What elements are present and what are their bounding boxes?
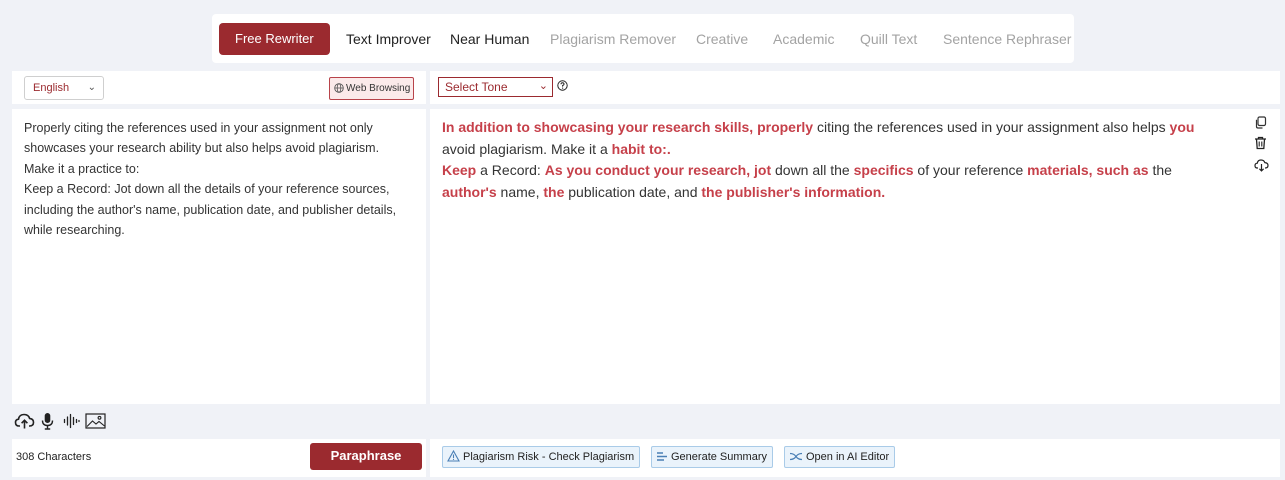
input-line: while researching.: [24, 223, 125, 238]
web-browsing-button[interactable]: Web Browsing: [329, 77, 414, 100]
warning-icon: [447, 449, 460, 462]
mode-tabs-bar: Free Rewriter Text Improver Near Human P…: [212, 14, 1074, 63]
microphone-icon[interactable]: [41, 412, 54, 435]
chevron-down-icon: ⌄: [87, 82, 96, 93]
unchanged-segment: name,: [496, 183, 544, 200]
tone-select[interactable]: Select Tone ⌄: [438, 77, 553, 97]
tab-sentence-rephraser[interactable]: Sentence Rephraser: [943, 23, 1071, 55]
check-plagiarism-label: Plagiarism Risk - Check Plagiarism: [463, 451, 635, 463]
input-line: Properly citing the references used in y…: [24, 121, 373, 135]
input-line: Make it a practice to:: [24, 161, 140, 176]
generate-summary-button[interactable]: Generate Summary: [651, 446, 773, 468]
tab-quill-text[interactable]: Quill Text: [860, 23, 917, 55]
unchanged-segment: publication date, and: [564, 183, 702, 200]
unchanged-segment: the: [1148, 162, 1172, 179]
input-toolbar: English ⌄ Web Browsing: [12, 71, 426, 104]
rewritten-segment: In addition to showcasing your research …: [442, 119, 814, 135]
globe-icon: [334, 83, 344, 93]
chevron-down-icon: ⌄: [538, 80, 548, 92]
image-icon[interactable]: [85, 412, 106, 435]
input-line: including the author's name, publication…: [24, 202, 397, 217]
rewritten-segment: the: [543, 183, 565, 200]
open-ai-editor-button[interactable]: Open in AI Editor: [784, 446, 896, 468]
output-line: avoid plagiarism. Make it a habit to:.: [442, 139, 1242, 161]
open-ai-editor-label: Open in AI Editor: [806, 451, 890, 463]
input-editor[interactable]: Properly citing the references used in y…: [12, 109, 426, 404]
input-text[interactable]: Properly citing the references used in y…: [24, 118, 414, 240]
tab-near-human[interactable]: Near Human: [450, 23, 529, 55]
tab-creative[interactable]: Creative: [696, 23, 748, 55]
output-editor[interactable]: In addition to showcasing your research …: [430, 109, 1280, 404]
input-line: Keep a Record: Jot down all the details …: [24, 182, 390, 197]
cloud-download-icon[interactable]: [1254, 158, 1269, 172]
character-count: 308 Characters: [16, 451, 92, 463]
unchanged-segment: a Record:: [476, 162, 545, 179]
ai-editor-icon: [789, 452, 803, 461]
summary-icon: [657, 452, 667, 461]
tab-free-rewriter[interactable]: Free Rewriter: [219, 23, 330, 55]
tab-academic[interactable]: Academic: [773, 23, 834, 55]
rewritten-segment: you: [1169, 119, 1195, 135]
generate-summary-label: Generate Summary: [671, 451, 767, 463]
unchanged-segment: down all the: [771, 162, 854, 179]
trash-icon[interactable]: [1254, 136, 1267, 150]
input-line: showcases your research ability but also…: [24, 141, 380, 156]
rewritten-segment: author's: [442, 183, 497, 200]
unchanged-segment: citing the references used in your assig…: [813, 119, 1170, 135]
rewritten-segment: As you conduct your research, jot: [544, 162, 772, 179]
language-select[interactable]: English ⌄: [24, 76, 104, 100]
paraphrase-button[interactable]: Paraphrase: [310, 443, 422, 470]
unchanged-segment: of your reference: [913, 162, 1028, 179]
output-line: author's name, the publication date, and…: [442, 182, 1242, 204]
language-value: English: [33, 82, 70, 94]
rewritten-segment: materials, such as: [1027, 162, 1149, 179]
help-icon[interactable]: [557, 80, 568, 91]
audio-wave-icon[interactable]: [63, 412, 80, 435]
web-browsing-label: Web Browsing: [346, 83, 411, 94]
output-footer: Plagiarism Risk - Check Plagiarism Gener…: [430, 439, 1280, 477]
tab-text-improver[interactable]: Text Improver: [346, 23, 431, 55]
output-text[interactable]: In addition to showcasing your research …: [442, 117, 1242, 203]
output-line: In addition to showcasing your research …: [442, 117, 1242, 139]
upload-icon[interactable]: [14, 412, 35, 435]
rewritten-segment: specifics: [853, 162, 914, 179]
rewritten-segment: Keep: [442, 162, 477, 179]
copy-icon[interactable]: [1254, 116, 1267, 129]
output-toolbar: Select Tone ⌄: [430, 71, 1280, 104]
output-line: Keep a Record: As you conduct your resea…: [442, 160, 1242, 182]
unchanged-segment: avoid plagiarism. Make it a: [442, 140, 612, 157]
rewritten-segment: habit to:.: [611, 140, 671, 157]
tone-placeholder: Select Tone: [445, 80, 508, 94]
rewritten-segment: the publisher's information.: [701, 183, 886, 200]
input-footer: 308 Characters Paraphrase: [12, 439, 426, 477]
tab-plagiarism-remover[interactable]: Plagiarism Remover: [550, 23, 676, 55]
check-plagiarism-button[interactable]: Plagiarism Risk - Check Plagiarism: [442, 446, 641, 468]
